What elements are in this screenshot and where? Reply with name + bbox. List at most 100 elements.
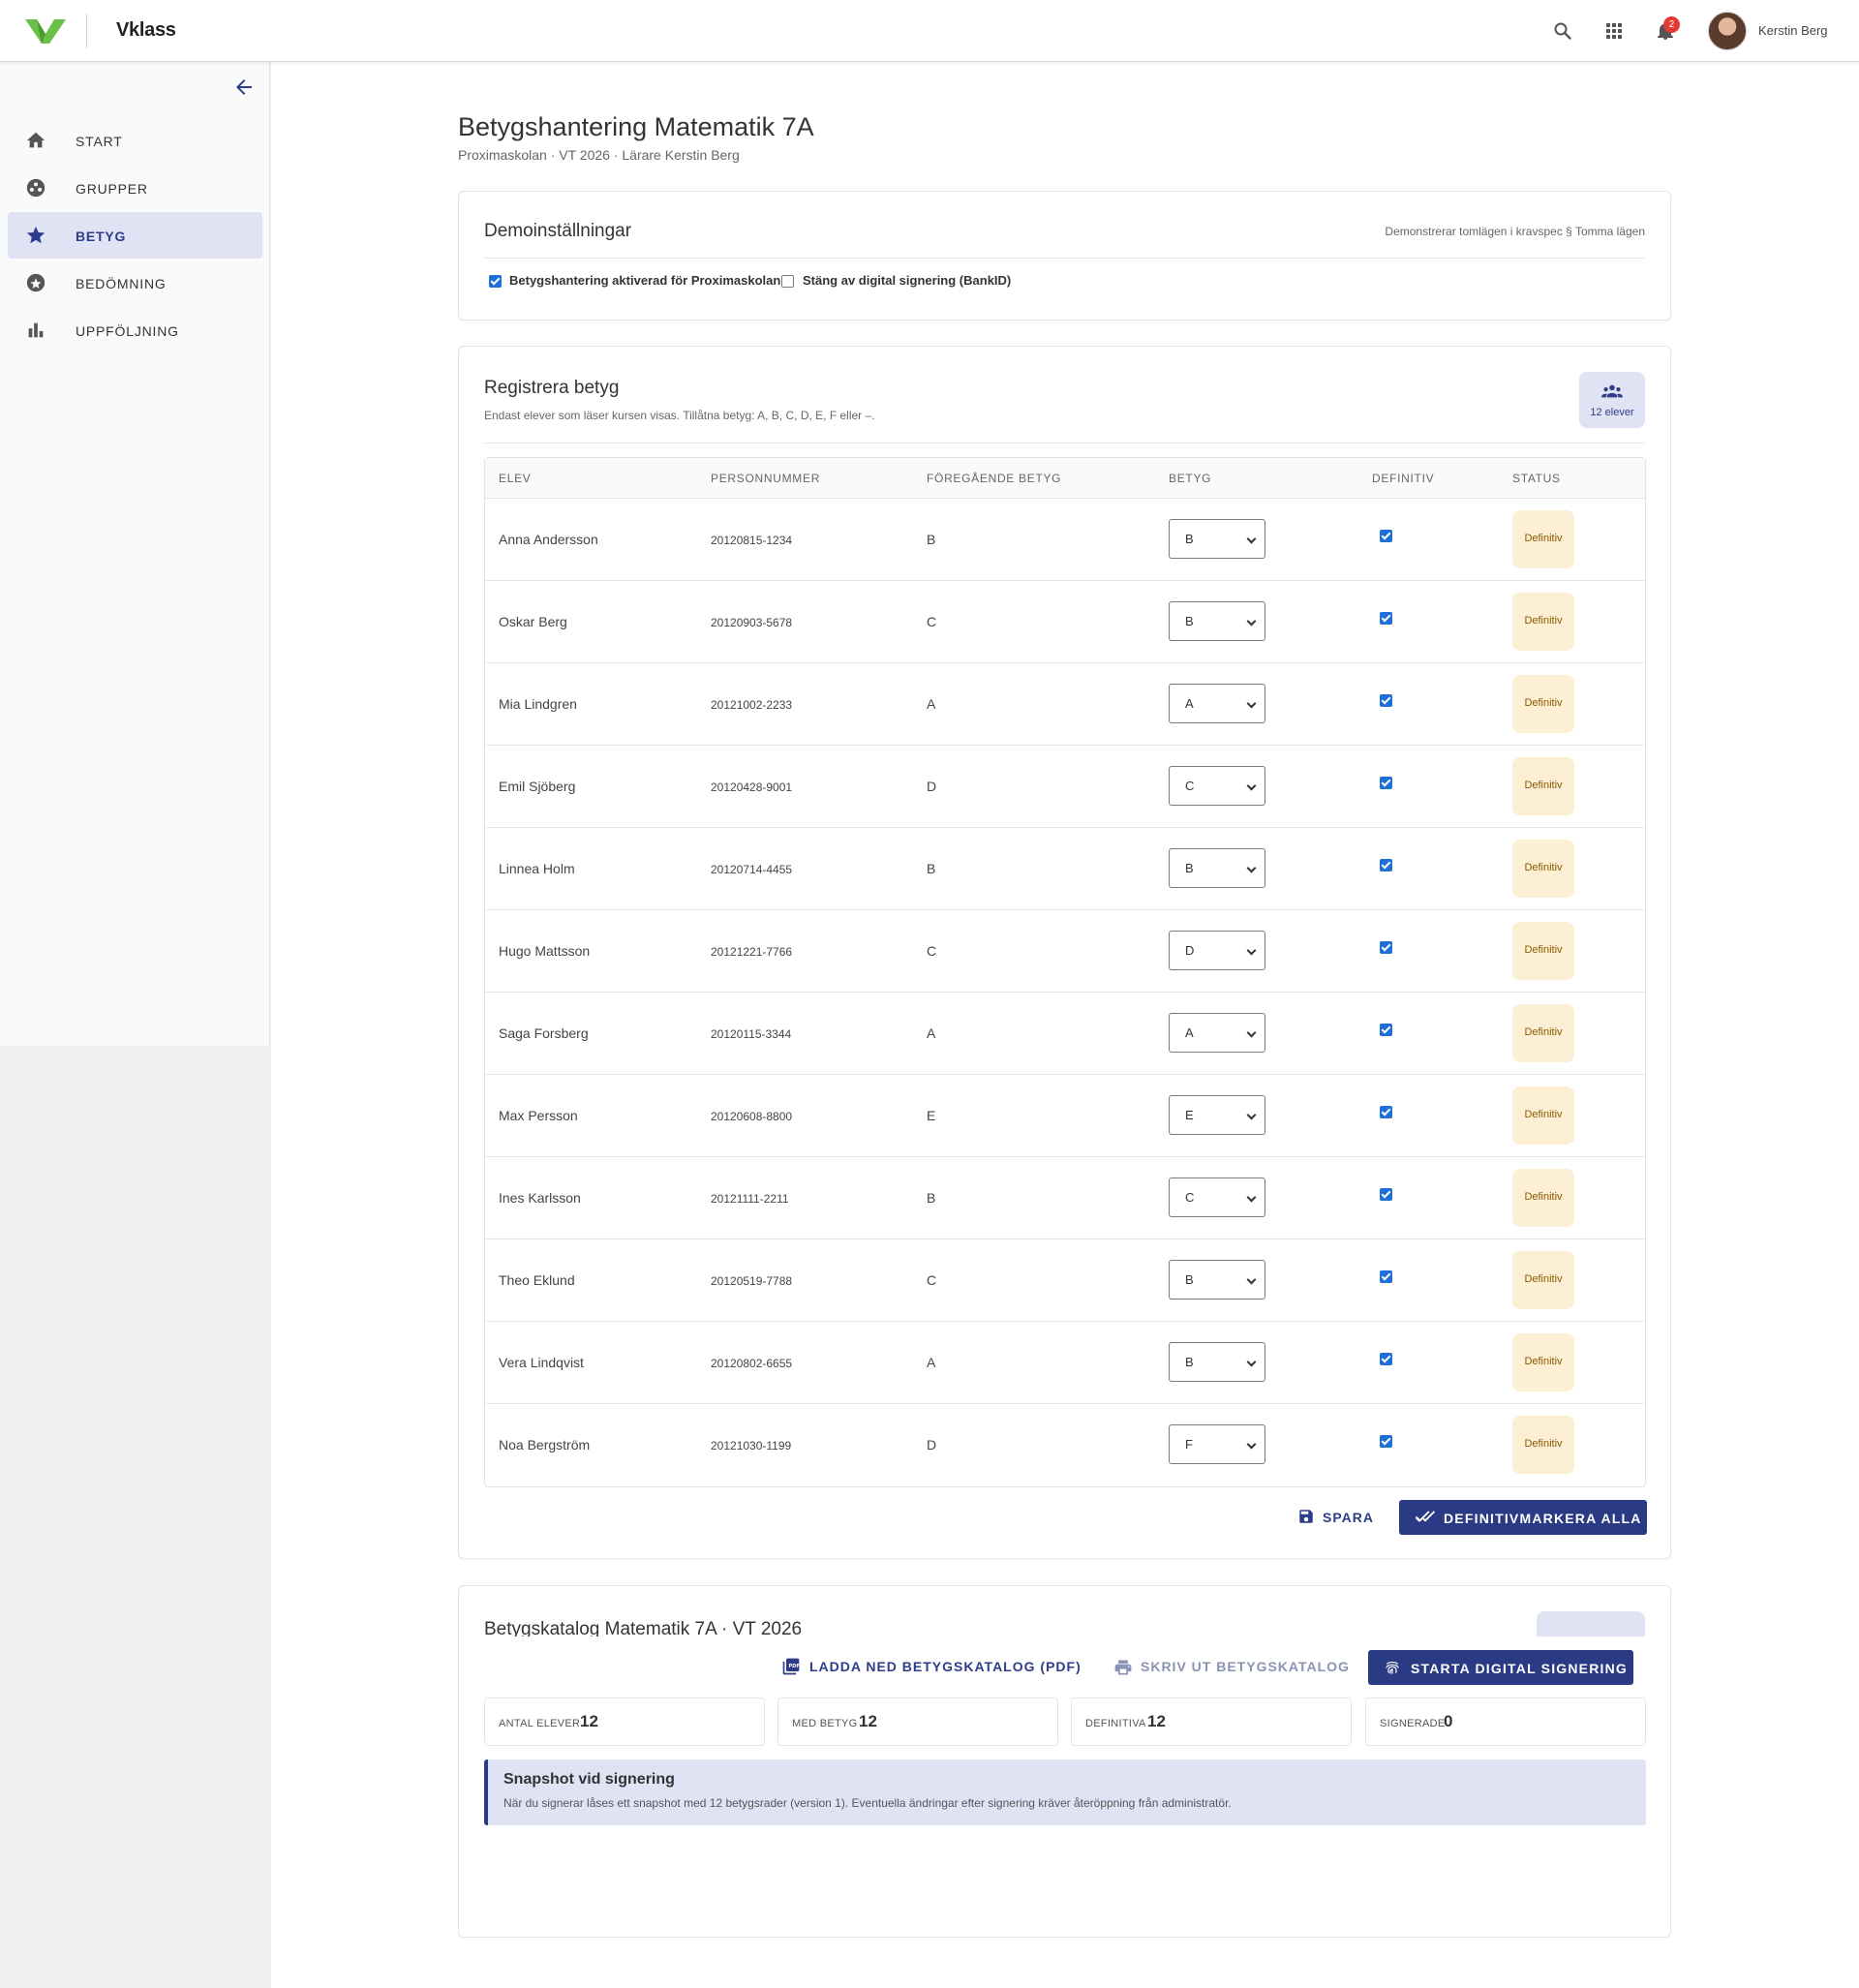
definitive-checkbox[interactable] [1380, 530, 1392, 542]
finalize-all-button[interactable]: DEFINITIVMARKERA ALLA [1399, 1500, 1647, 1535]
student-count-chip[interactable]: 12 elever [1579, 372, 1645, 428]
stat-value: 12 [580, 1712, 598, 1730]
grade-select[interactable]: D [1169, 931, 1265, 970]
status-label: Definitiv [1524, 1026, 1563, 1038]
status-label: Definitiv [1524, 1356, 1563, 1367]
status-label: Definitiv [1524, 780, 1563, 791]
grade-select-value: B [1185, 614, 1194, 628]
save-icon[interactable] [1297, 1508, 1315, 1525]
stat-med-betyg: MED BETYG 12 [777, 1697, 1058, 1746]
column-header-elev: ELEV [499, 472, 532, 485]
student-name: Hugo Mattsson [499, 943, 591, 959]
student-name: Saga Forsberg [499, 1025, 589, 1041]
table-row: Max Persson 20120608-8800 E E Definitiv [485, 1075, 1645, 1157]
definitive-checkbox[interactable] [1380, 1270, 1392, 1283]
chevron-down-icon [1246, 1110, 1257, 1120]
demo-settings-card: Demoinställningar Demonstrerar tomlägen … [458, 191, 1671, 321]
grade-select[interactable]: B [1169, 1342, 1265, 1382]
previous-grade: D [927, 1437, 937, 1453]
status-badge: Definitiv [1512, 1333, 1574, 1392]
grade-select[interactable]: A [1169, 1013, 1265, 1053]
previous-grade: A [927, 1025, 936, 1041]
definitive-checkbox[interactable] [1380, 1106, 1392, 1118]
start-digital-signing-button[interactable]: STARTA DIGITAL SIGNERING [1368, 1650, 1633, 1685]
user-avatar[interactable] [1708, 12, 1747, 50]
sidebar-item-bedomning[interactable]: BEDÖMNING [8, 260, 262, 306]
definitive-checkbox[interactable] [1380, 1188, 1392, 1201]
status-badge: Definitiv [1512, 675, 1574, 733]
stars-circle-icon [26, 273, 46, 292]
stat-label: MED BETYG [792, 1718, 858, 1729]
brand-name[interactable]: Vklass [116, 19, 176, 42]
stat-label: DEFINITIVA [1085, 1718, 1146, 1729]
definitive-checkbox[interactable] [1380, 1435, 1392, 1448]
grade-select[interactable]: B [1169, 1260, 1265, 1300]
sidebar-item-betyg[interactable]: BETYG [8, 212, 262, 259]
stat-definitiva: DEFINITIVA 12 [1071, 1697, 1352, 1746]
grade-select[interactable]: B [1169, 848, 1265, 888]
definitive-checkbox[interactable] [1380, 694, 1392, 707]
definitive-checkbox[interactable] [1380, 777, 1392, 789]
disable-signing-label: Stäng av digital signering (BankID) [803, 273, 1012, 288]
save-button[interactable]: SPARA [1323, 1510, 1374, 1525]
definitive-checkbox[interactable] [1380, 1353, 1392, 1365]
grade-select[interactable]: C [1169, 1178, 1265, 1217]
sidebar-item-label: GRUPPER [76, 181, 148, 197]
grade-select[interactable]: E [1169, 1095, 1265, 1135]
download-catalog-button[interactable]: LADDA NED BETYGSKATALOG (PDF) [809, 1659, 1082, 1674]
grade-select[interactable]: B [1169, 601, 1265, 641]
grade-select[interactable]: F [1169, 1424, 1265, 1464]
grading-enabled-label: Betygshantering aktiverad för Proximasko… [509, 273, 781, 288]
user-name[interactable]: Kerstin Berg [1758, 23, 1828, 38]
sidebar-item-grupper[interactable]: GRUPPER [8, 165, 262, 211]
definitive-checkbox[interactable] [1380, 859, 1392, 872]
done-all-icon [1415, 1511, 1436, 1522]
disable-signing-checkbox[interactable] [781, 275, 794, 288]
previous-grade: E [927, 1108, 936, 1123]
table-row: Vera Lindqvist 20120802-6655 A B Definitiv [485, 1322, 1645, 1404]
status-badge: Definitiv [1512, 1251, 1574, 1309]
table-row: Oskar Berg 20120903-5678 C B Definitiv [485, 581, 1645, 663]
definitive-checkbox[interactable] [1380, 941, 1392, 954]
logo-divider [86, 14, 87, 48]
grading-enabled-checkbox[interactable] [489, 275, 502, 288]
student-name: Linnea Holm [499, 861, 575, 876]
print-catalog-button[interactable]: SKRIV UT BETYGSKATALOG [1141, 1659, 1350, 1674]
demo-settings-title: Demoinställningar [484, 221, 632, 241]
grade-select[interactable]: A [1169, 684, 1265, 723]
pdf-icon: PDF [782, 1658, 800, 1675]
chevron-down-icon [1246, 616, 1257, 627]
table-row: Emil Sjöberg 20120428-9001 D C Definitiv [485, 746, 1645, 828]
status-label: Definitiv [1524, 1191, 1563, 1203]
grade-select-value: B [1185, 532, 1194, 546]
sidebar-item-uppfoljning[interactable]: UPPFÖLJNING [8, 307, 262, 353]
definitive-checkbox[interactable] [1380, 1024, 1392, 1036]
snapshot-info-box: Snapshot vid signering När du signerar l… [484, 1759, 1646, 1825]
previous-grade: B [927, 861, 936, 876]
catalog-status-chip [1537, 1611, 1645, 1638]
search-icon[interactable] [1551, 19, 1574, 43]
grade-select-value: A [1185, 1025, 1194, 1040]
stat-value: 0 [1444, 1712, 1453, 1730]
column-header-previous-grade: FÖREGÅENDE BETYG [927, 472, 1062, 485]
stat-antal-elever: ANTAL ELEVER 12 [484, 1697, 765, 1746]
chevron-down-icon [1246, 1274, 1257, 1285]
sidebar-item-start[interactable]: START [8, 117, 262, 164]
chevron-down-icon [1246, 863, 1257, 873]
grade-select[interactable]: C [1169, 766, 1265, 806]
table-row: Theo Eklund 20120519-7788 C B Definitiv [485, 1239, 1645, 1322]
grade-select[interactable]: B [1169, 519, 1265, 559]
student-name: Vera Lindqvist [499, 1355, 584, 1370]
stat-value: 12 [1147, 1712, 1166, 1730]
table-row: Saga Forsberg 20120115-3344 A A Definitiv [485, 993, 1645, 1075]
apps-grid-icon[interactable] [1602, 19, 1626, 43]
status-badge: Definitiv [1512, 840, 1574, 898]
previous-grade: A [927, 696, 936, 712]
student-name: Mia Lindgren [499, 696, 577, 712]
definitive-checkbox[interactable] [1380, 612, 1392, 625]
student-name: Ines Karlsson [499, 1190, 581, 1206]
vklass-logo-icon[interactable] [23, 16, 68, 46]
arrow-left-icon[interactable] [232, 76, 256, 99]
grade-select-value: B [1185, 1272, 1194, 1287]
status-badge: Definitiv [1512, 510, 1574, 568]
